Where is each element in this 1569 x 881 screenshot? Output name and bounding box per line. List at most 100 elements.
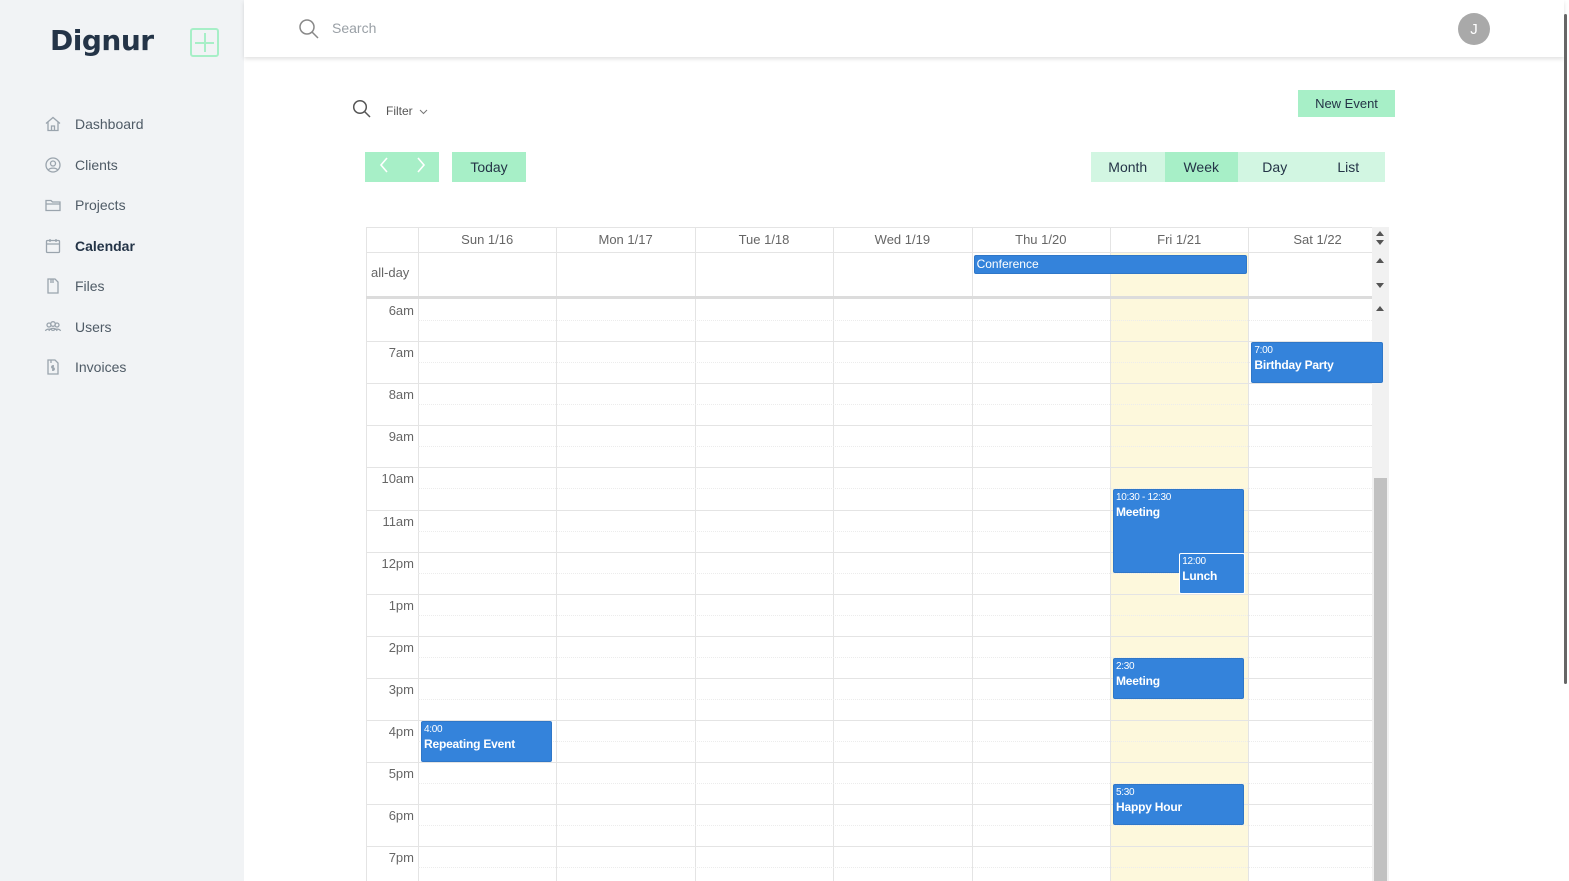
- event-title: Repeating Event: [424, 737, 516, 751]
- time-label: 9am: [388, 429, 414, 445]
- week-calendar: all-day 6am 7am 8am 9am 10am 11am 12pm 1pm 2pm 3p…: [366, 227, 1389, 881]
- search-input[interactable]: [332, 16, 632, 40]
- allday-label: all-day: [371, 265, 410, 280]
- allday-scroll-down-arrow[interactable]: [1376, 283, 1384, 288]
- add-button[interactable]: [190, 28, 219, 57]
- event-time: 7:00: [1254, 345, 1273, 357]
- allday-scroll-up-arrow[interactable]: [1376, 258, 1384, 263]
- allday-event[interactable]: Conference: [973, 255, 1248, 274]
- day-header[interactable]: Wed 1/19: [833, 227, 971, 252]
- calendar-event[interactable]: 12:00 Lunch: [1179, 552, 1246, 594]
- time-label: 1pm: [388, 597, 414, 613]
- hour-line: [366, 846, 1372, 848]
- sidebar-item-calendar[interactable]: Calendar: [44, 226, 144, 267]
- hour-line: [366, 467, 1372, 469]
- sidebar-item-projects[interactable]: Projects: [44, 185, 144, 226]
- day-header[interactable]: Mon 1/17: [556, 227, 694, 252]
- time-label: 4pm: [388, 724, 414, 739]
- sidebar-item-dashboard[interactable]: Dashboard: [44, 104, 144, 145]
- view-switcher: Month Week Day List: [1091, 152, 1385, 182]
- half-hour-line: [418, 698, 1372, 700]
- avatar[interactable]: J: [1458, 13, 1490, 45]
- chevron-left-icon: [379, 156, 389, 178]
- day-header[interactable]: Sun 1/16: [418, 227, 556, 252]
- page-scrollbar[interactable]: [1564, 14, 1567, 684]
- day-header[interactable]: Tue 1/18: [695, 227, 833, 252]
- view-list-button[interactable]: List: [1311, 152, 1385, 182]
- half-hour-line: [418, 320, 1372, 322]
- user-circle-icon: [44, 156, 62, 174]
- axis-left-border: [366, 227, 367, 881]
- filter-control[interactable]: Filter: [352, 99, 428, 122]
- chevron-right-icon: [416, 156, 426, 178]
- sidebar-item-label: Calendar: [75, 237, 135, 254]
- time-label: 7pm: [388, 850, 414, 866]
- sidebar-item-label: Users: [75, 318, 112, 335]
- view-day-button[interactable]: Day: [1238, 152, 1312, 182]
- time-label: 10am: [381, 471, 414, 487]
- chevron-down-icon: [419, 104, 428, 118]
- half-hour-line: [418, 446, 1372, 448]
- invoice-icon: [44, 358, 62, 376]
- event-time: 2:30: [1116, 660, 1135, 672]
- sidebar: Dignur Dashboard Clients Projects Calend…: [0, 0, 244, 881]
- day-header[interactable]: Sat 1/22: [1248, 227, 1386, 252]
- view-week-button[interactable]: Week: [1164, 152, 1238, 182]
- app-logo[interactable]: Dignur: [50, 24, 154, 57]
- event-title: Lunch: [1182, 568, 1218, 583]
- sidebar-item-invoices[interactable]: Invoices: [44, 347, 144, 388]
- half-hour-line: [418, 614, 1372, 616]
- header-bottom-border: [366, 252, 1372, 253]
- scrollbar-thumb[interactable]: [1374, 478, 1387, 881]
- half-hour-line: [418, 404, 1372, 406]
- event-time: 4:00: [424, 724, 443, 735]
- half-hour-line: [418, 867, 1372, 869]
- calendar-icon: [44, 237, 62, 255]
- time-scroll-up-arrow[interactable]: [1376, 306, 1384, 311]
- time-label: 2pm: [388, 639, 414, 655]
- event-time: 5:30: [1116, 787, 1135, 799]
- allday-separator: [366, 296, 1372, 299]
- half-hour-line: [418, 825, 1372, 827]
- sidebar-item-label: Projects: [75, 197, 126, 214]
- today-button[interactable]: Today: [452, 152, 526, 182]
- date-nav-group: [365, 152, 439, 182]
- sidebar-item-clients[interactable]: Clients: [44, 145, 144, 186]
- sidebar-item-users[interactable]: Users: [44, 307, 144, 348]
- next-button[interactable]: [402, 152, 439, 182]
- time-label: 8am: [388, 387, 414, 403]
- sidebar-item-label: Files: [75, 278, 105, 295]
- search-icon: [352, 99, 372, 122]
- sidebar-nav: Dashboard Clients Projects Calendar File…: [44, 104, 144, 388]
- day-header[interactable]: Thu 1/20: [972, 227, 1110, 252]
- day-header[interactable]: Fri 1/21: [1110, 227, 1248, 252]
- event-title: Meeting: [1116, 505, 1160, 520]
- new-event-button[interactable]: New Event: [1298, 90, 1395, 117]
- event-title: Birthday Party: [1254, 358, 1334, 373]
- sidebar-item-files[interactable]: Files: [44, 266, 144, 307]
- calendar-event[interactable]: 7:00 Birthday Party: [1251, 342, 1383, 384]
- calendar-event[interactable]: 5:30 Happy Hour: [1113, 784, 1245, 826]
- time-label: 7am: [388, 345, 414, 361]
- time-label: 5pm: [388, 766, 414, 782]
- calendar-scrollbar[interactable]: [1372, 227, 1389, 881]
- calendar-event[interactable]: 2:30 Meeting: [1113, 657, 1245, 699]
- hour-line: [366, 383, 1372, 385]
- hour-line: [366, 762, 1372, 764]
- prev-button[interactable]: [365, 152, 402, 182]
- sidebar-item-label: Invoices: [75, 359, 127, 376]
- folder-icon: [44, 196, 62, 214]
- half-hour-line: [418, 741, 1372, 743]
- top-bar: J: [244, 0, 1564, 57]
- event-title: Happy Hour: [1116, 800, 1183, 815]
- half-hour-line: [418, 362, 1372, 364]
- search-icon[interactable]: [298, 18, 320, 45]
- event-time: 10:30 - 12:30: [1116, 492, 1172, 504]
- event-title: Meeting: [1116, 673, 1160, 688]
- hour-line: [366, 593, 1372, 595]
- sidebar-item-label: Dashboard: [75, 116, 144, 133]
- time-label: 11am: [382, 513, 414, 529]
- calendar-event[interactable]: 4:00 Repeating Event: [421, 721, 553, 763]
- time-label: 6pm: [388, 808, 414, 824]
- view-month-button[interactable]: Month: [1091, 152, 1165, 182]
